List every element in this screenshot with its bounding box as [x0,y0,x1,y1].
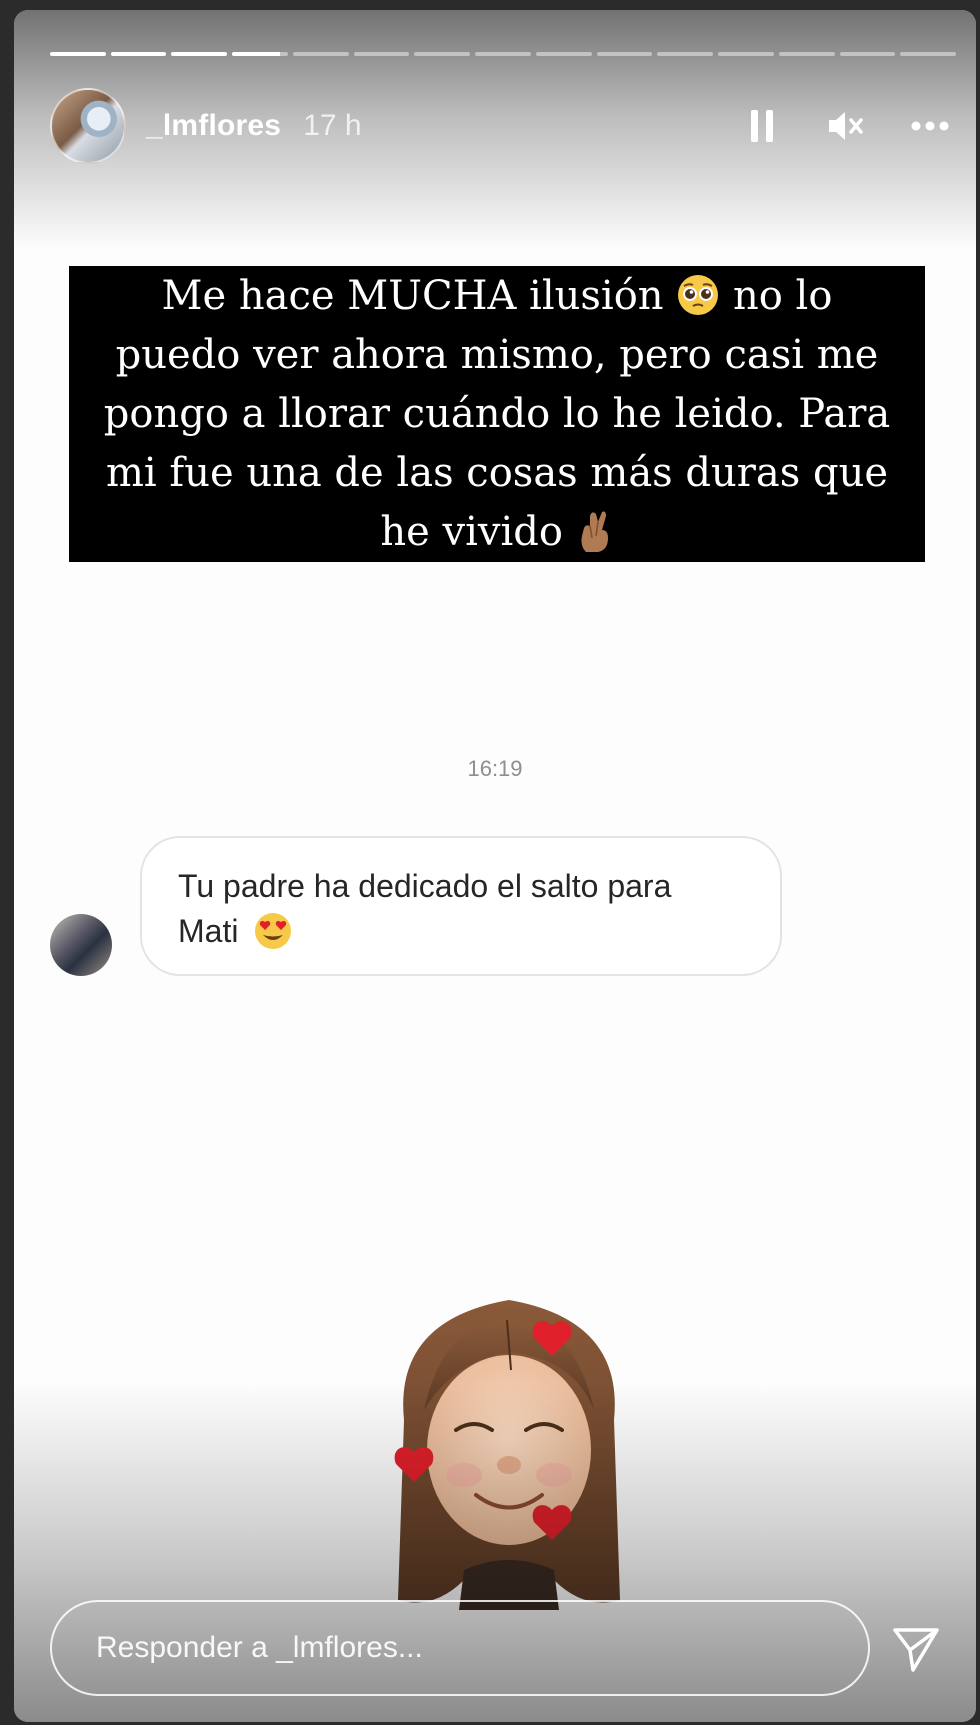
story-viewer[interactable]: _lmflores 17 h Me hace MUCHA ilusión no … [14,10,976,1722]
progress-segment [171,52,228,56]
message-bubble: Tu padre ha dedicado el salto para Mati [140,836,782,976]
mute-button[interactable] [824,104,868,148]
progress-segment [657,52,714,56]
username-link[interactable]: _lmflores [146,109,281,143]
chat-timestamp: 16:19 [467,756,523,781]
more-options-button[interactable] [908,104,952,148]
muted-speaker-icon [829,112,863,140]
banner-text: Me hace MUCHA ilusión no lo puedo ver ah… [92,267,902,562]
chat-message-row: Tu padre ha dedicado el salto para Mati [50,828,850,988]
progress-segment [50,52,106,56]
pleading-face-icon [678,274,719,315]
progress-segment [292,52,349,56]
app-frame: _lmflores 17 h Me hace MUCHA ilusión no … [0,0,980,1725]
heart-eyes-face-icon [255,912,292,949]
banner-line: puedo ver ahora mismo, pero casi me [115,331,879,378]
progress-segment [596,52,653,56]
message-text-line: Tu padre ha dedicado el salto para [178,868,672,904]
text-banner: Me hace MUCHA ilusión no lo puedo ver ah… [69,266,925,562]
memoji-hearts-icon [394,1300,620,1610]
banner-line: Me hace MUCHA ilusión [161,272,664,319]
progress-segment [535,52,592,56]
banner-line: pongo a llorar cuándo lo he leido. Para [103,390,891,437]
sender-avatar [50,914,112,976]
progress-segment [414,52,471,56]
pause-button[interactable] [740,104,784,148]
banner-line: he vivido [380,508,563,555]
progress-segment [900,52,957,56]
profile-avatar[interactable] [50,88,126,164]
progress-segment [353,52,410,56]
banner-line: no lo [733,272,833,319]
crossed-fingers-icon [581,511,608,552]
progress-segment-current [232,52,288,56]
pause-icon [751,110,773,142]
story-controls [740,104,956,148]
progress-segment [475,52,531,56]
more-dots-icon [911,121,949,131]
banner-line: mi fue una de las cosas más duras que [105,449,889,496]
message-text-line: Mati [178,913,239,949]
time-ago-label: 17 h [303,109,362,142]
progress-segment [839,52,896,56]
progress-segment [110,52,167,56]
reply-input[interactable]: Responder a _lmflores... [50,1600,870,1696]
reply-placeholder: Responder a _lmflores... [96,1631,423,1664]
send-button[interactable] [888,1622,944,1678]
progress-segment [718,52,774,56]
send-icon [893,1628,939,1672]
story-progress-bar [50,52,957,56]
progress-segment [778,52,835,56]
story-header: _lmflores 17 h [50,88,956,164]
